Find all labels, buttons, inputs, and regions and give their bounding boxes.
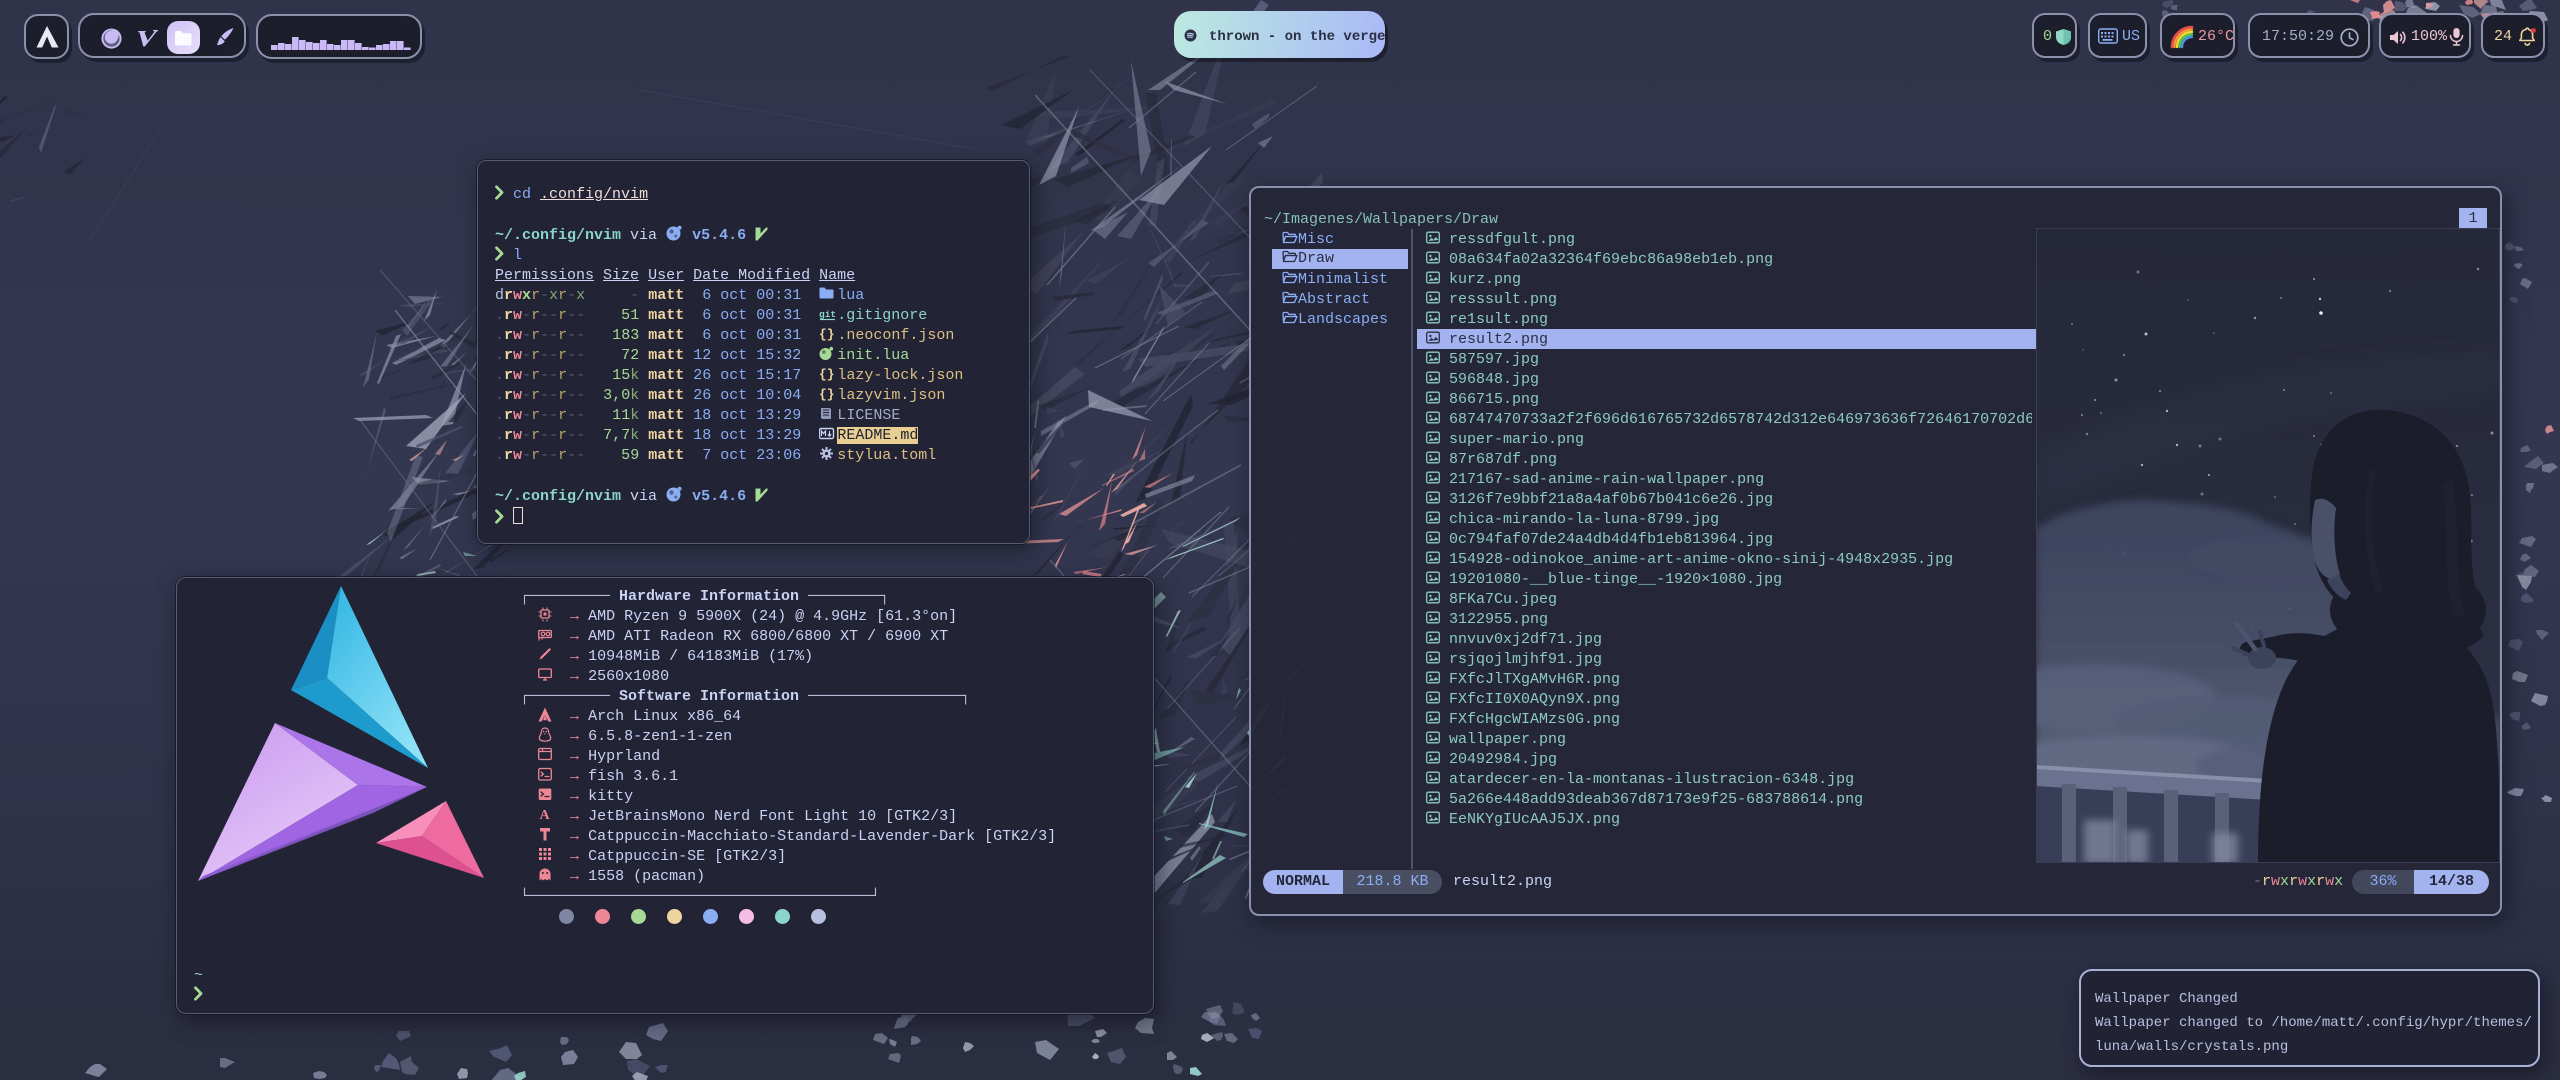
svg-text:{}: {}: [819, 327, 835, 341]
svg-text:git: git: [819, 309, 836, 320]
svg-text:{}: {}: [819, 367, 835, 381]
svg-text:{}: {}: [819, 387, 835, 401]
svg-text:A: A: [540, 808, 551, 822]
